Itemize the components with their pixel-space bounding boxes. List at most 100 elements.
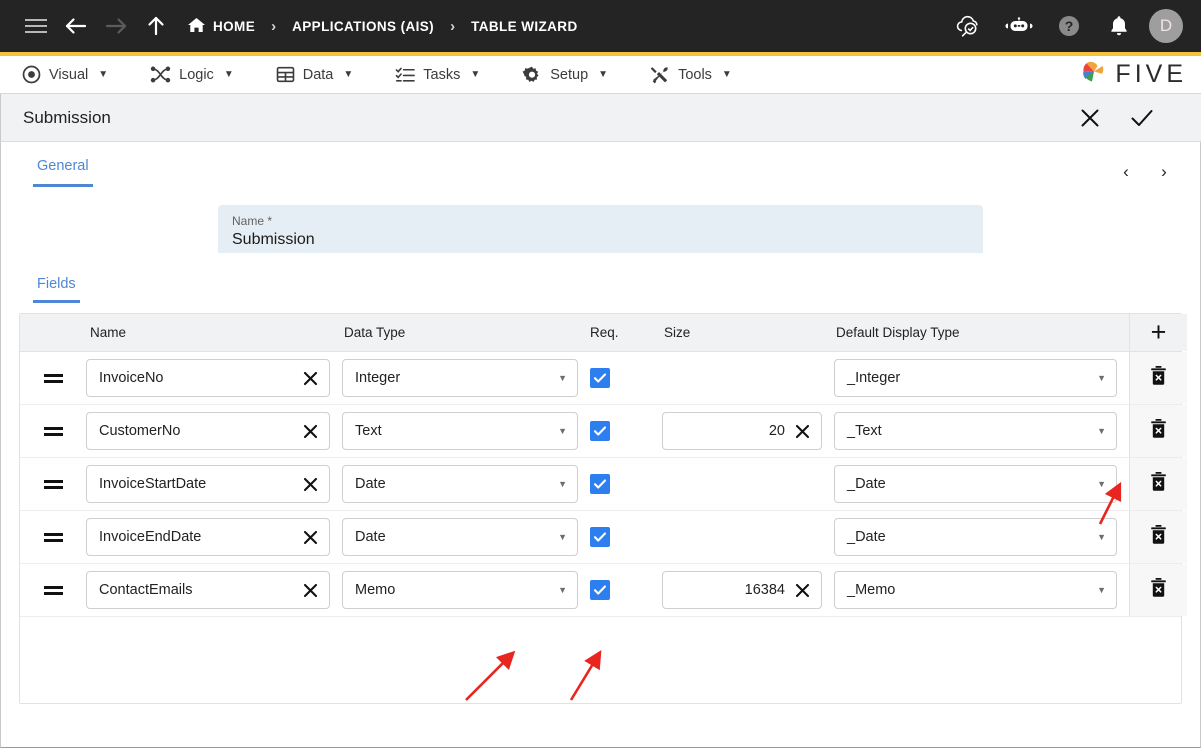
bell-icon[interactable]	[1099, 6, 1139, 46]
data-type-select[interactable]: Date▼	[342, 465, 578, 503]
delete-field-button[interactable]	[1129, 511, 1187, 563]
menu-label: Tasks	[423, 67, 460, 83]
data-type-select[interactable]: Text▼	[342, 412, 578, 450]
trash-icon	[1150, 472, 1167, 496]
trash-icon	[1150, 366, 1167, 390]
display-type-cell: _Integer▼	[834, 359, 1129, 397]
prev-record-button[interactable]: ‹	[1118, 162, 1134, 182]
required-checkbox[interactable]	[590, 421, 610, 441]
trash-icon	[1150, 525, 1167, 549]
data-type-select[interactable]: Memo▼	[342, 571, 578, 609]
name-input-label: Name *	[232, 214, 969, 229]
size-input[interactable]: 16384	[662, 571, 822, 609]
close-icon[interactable]	[1077, 105, 1103, 131]
field-name-cell: InvoiceNo	[86, 359, 342, 397]
drag-handle-icon[interactable]	[20, 586, 86, 595]
display-type-select[interactable]: _Date▼	[834, 465, 1117, 503]
clear-x-icon[interactable]	[299, 583, 321, 598]
clear-x-icon[interactable]	[299, 424, 321, 439]
drag-handle-icon[interactable]	[20, 374, 86, 383]
clear-x-icon[interactable]	[299, 371, 321, 386]
name-input[interactable]: Name * Submission	[218, 205, 983, 253]
data-type-select[interactable]: Integer▼	[342, 359, 578, 397]
chevron-down-icon: ▼	[558, 426, 567, 436]
menu-data[interactable]: Data ▼	[272, 65, 370, 84]
delete-field-button[interactable]	[1129, 405, 1187, 457]
menu-visual[interactable]: Visual ▼	[18, 65, 124, 84]
drag-handle-icon[interactable]	[20, 427, 86, 436]
menu-setup[interactable]: Setup ▼	[518, 65, 624, 85]
display-type-cell: _Text▼	[834, 412, 1129, 450]
svg-text:?: ?	[1065, 18, 1074, 34]
menu-logic[interactable]: Logic ▼	[146, 65, 250, 84]
field-name-input[interactable]: InvoiceNo	[86, 359, 330, 397]
delete-field-button[interactable]	[1129, 352, 1187, 404]
field-name-input[interactable]: ContactEmails	[86, 571, 330, 609]
user-avatar[interactable]: D	[1149, 9, 1183, 43]
display-type-value: _Memo	[847, 582, 1097, 598]
drag-handle-icon[interactable]	[20, 533, 86, 542]
display-type-select[interactable]: _Text▼	[834, 412, 1117, 450]
size-cell: 20	[662, 412, 834, 450]
eye-icon	[22, 65, 41, 84]
next-record-button[interactable]: ›	[1156, 162, 1172, 182]
size-input[interactable]: 20	[662, 412, 822, 450]
clear-x-icon[interactable]	[791, 424, 813, 439]
breadcrumb-label: APPLICATIONS (AIS)	[292, 19, 434, 34]
grid-icon	[276, 65, 295, 84]
fields-grid: Name Data Type Req. Size Default Display…	[19, 313, 1182, 704]
size-cell: 16384	[662, 571, 834, 609]
breadcrumb-item-applications[interactable]: APPLICATIONS (AIS)	[286, 19, 440, 34]
field-name-cell: InvoiceStartDate	[86, 465, 342, 503]
required-checkbox[interactable]	[590, 368, 610, 388]
tab-general[interactable]: General	[33, 158, 93, 187]
robot-assistant-icon[interactable]	[999, 6, 1039, 46]
chevron-down-icon: ▼	[1097, 373, 1106, 383]
display-type-select[interactable]: _Date▼	[834, 518, 1117, 556]
breadcrumb-item-home[interactable]: HOME	[182, 17, 261, 36]
table-row: InvoiceStartDate Date▼ _Date▼	[20, 458, 1181, 511]
delete-field-button[interactable]	[1129, 458, 1187, 510]
menu-tasks[interactable]: Tasks ▼	[391, 65, 496, 84]
cloud-check-icon[interactable]	[949, 6, 989, 46]
trash-icon	[1150, 578, 1167, 602]
checklist-icon	[395, 65, 415, 84]
field-name-value: InvoiceNo	[99, 370, 299, 386]
up-arrow-icon[interactable]	[136, 6, 176, 46]
topbar-actions: ? D	[949, 6, 1185, 46]
data-type-select[interactable]: Date▼	[342, 518, 578, 556]
required-checkbox[interactable]	[590, 580, 610, 600]
required-checkbox[interactable]	[590, 474, 610, 494]
clear-x-icon[interactable]	[299, 530, 321, 545]
required-checkbox[interactable]	[590, 527, 610, 547]
field-name-value: InvoiceEndDate	[99, 529, 299, 545]
field-name-input[interactable]: InvoiceStartDate	[86, 465, 330, 503]
display-type-select[interactable]: _Integer▼	[834, 359, 1117, 397]
table-row: CustomerNo Text▼ 20 _Text▼	[20, 405, 1181, 458]
trash-icon	[1150, 419, 1167, 443]
confirm-check-icon[interactable]	[1129, 105, 1155, 131]
clear-x-icon[interactable]	[791, 583, 813, 598]
field-name-input[interactable]: InvoiceEndDate	[86, 518, 330, 556]
help-icon[interactable]: ?	[1049, 6, 1089, 46]
column-header-name: Name	[86, 325, 342, 340]
chevron-down-icon: ▼	[343, 69, 353, 80]
breadcrumb: HOME › APPLICATIONS (AIS) › TABLE WIZARD	[182, 17, 584, 36]
fields-tab-row: Fields	[19, 275, 1182, 303]
drag-handle-icon[interactable]	[20, 480, 86, 489]
tab-fields[interactable]: Fields	[33, 276, 80, 303]
application-menu-bar: Visual ▼ Logic ▼ Data ▼ Tasks ▼	[0, 56, 1201, 94]
back-arrow-icon[interactable]	[56, 6, 96, 46]
forward-arrow-icon[interactable]	[96, 6, 136, 46]
field-name-input[interactable]: CustomerNo	[86, 412, 330, 450]
add-field-button[interactable]: +	[1129, 314, 1187, 351]
clear-x-icon[interactable]	[299, 477, 321, 492]
data-type-cell: Memo▼	[342, 571, 590, 609]
menu-tools[interactable]: Tools ▼	[646, 65, 748, 85]
chevron-down-icon: ▼	[598, 69, 608, 80]
display-type-select[interactable]: _Memo▼	[834, 571, 1117, 609]
delete-field-button[interactable]	[1129, 564, 1187, 616]
hamburger-menu-icon[interactable]	[16, 6, 56, 46]
breadcrumb-item-table-wizard[interactable]: TABLE WIZARD	[465, 19, 584, 34]
required-cell	[590, 474, 662, 494]
